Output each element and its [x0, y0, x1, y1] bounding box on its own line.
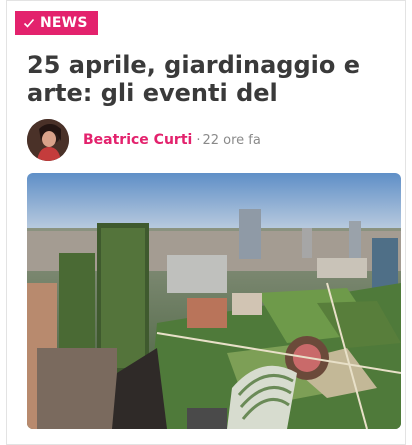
check-icon — [23, 18, 35, 28]
news-badge[interactable]: NEWS — [15, 11, 98, 35]
city-park-photo — [27, 173, 401, 429]
article-card[interactable]: NEWS 25 aprile, giardinaggio e arte: gli… — [6, 0, 406, 445]
article-title[interactable]: 25 aprile, giardinaggio e arte: gli even… — [27, 51, 387, 107]
article-image[interactable] — [27, 173, 401, 429]
publish-time: 22 ore fa — [202, 132, 261, 148]
meta-separator: · — [196, 132, 201, 148]
author-name[interactable]: Beatrice Curti — [83, 132, 192, 148]
author-avatar[interactable] — [27, 119, 69, 161]
badge-label: NEWS — [40, 15, 88, 31]
author-meta: Beatrice Curti · 22 ore fa — [27, 119, 261, 161]
